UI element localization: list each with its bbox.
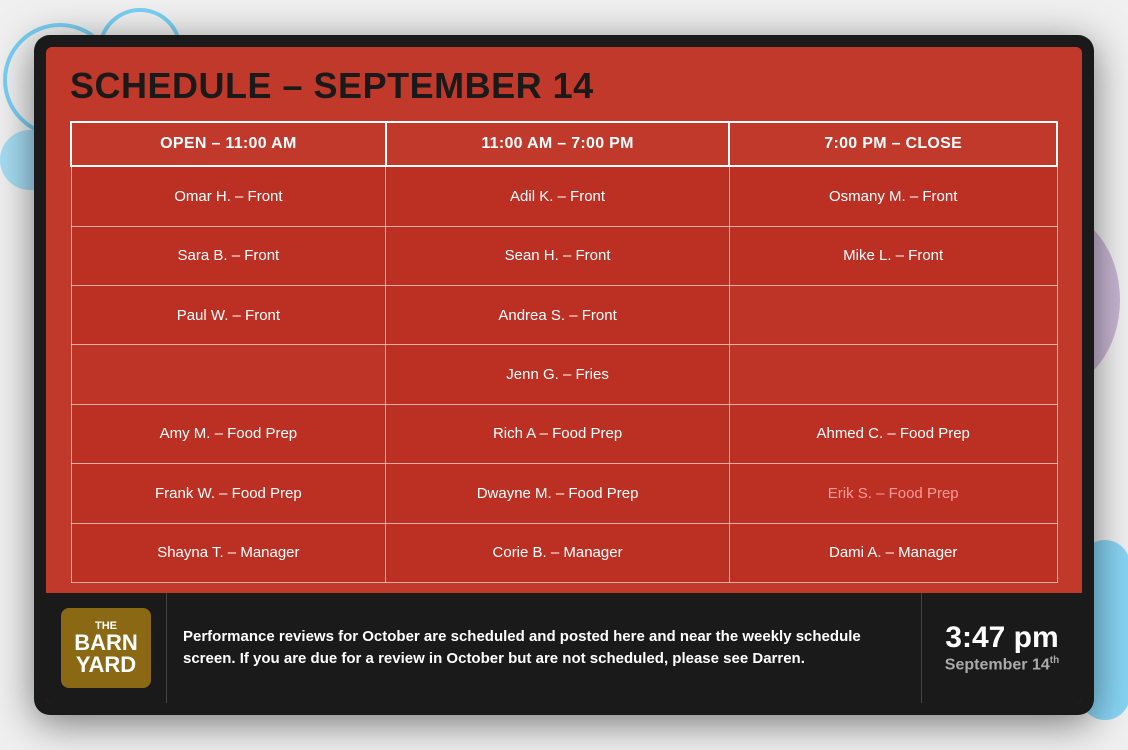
message-text: Performance reviews for October are sche… bbox=[183, 626, 905, 671]
cell-col3-row0: Osmany M. – Front bbox=[729, 166, 1057, 226]
cell-col2-row0: Adil K. – Front bbox=[386, 166, 730, 226]
cell-col3-row3 bbox=[729, 345, 1057, 404]
cell-col1-row1: Sara B. – Front bbox=[71, 226, 386, 285]
main-content: SCHEDULE – SEPTEMBER 14 OPEN – 11:00 AM … bbox=[46, 47, 1082, 593]
table-row: Sara B. – FrontSean H. – FrontMike L. – … bbox=[71, 226, 1057, 285]
cell-col1-row6: Shayna T. – Manager bbox=[71, 523, 386, 582]
date-label: September 14th bbox=[945, 655, 1059, 674]
cell-col3-row5: Erik S. – Food Prep bbox=[729, 464, 1057, 523]
cell-col2-row3: Jenn G. – Fries bbox=[386, 345, 730, 404]
table-row: Paul W. – FrontAndrea S. – Front bbox=[71, 286, 1057, 345]
time-display-area: 3:47 pm September 14th bbox=[922, 593, 1082, 703]
cell-col1-row0: Omar H. – Front bbox=[71, 166, 386, 226]
clock: 3:47 pm bbox=[945, 621, 1058, 655]
cell-col3-row2 bbox=[729, 286, 1057, 345]
bottom-message: Performance reviews for October are sche… bbox=[166, 593, 922, 703]
col-header-2: 11:00 AM – 7:00 PM bbox=[386, 122, 730, 166]
cell-col3-row6: Dami A. – Manager bbox=[729, 523, 1057, 582]
logo-area: THE BARN YARD bbox=[46, 593, 166, 703]
cell-col2-row1: Sean H. – Front bbox=[386, 226, 730, 285]
cell-col2-row5: Dwayne M. – Food Prep bbox=[386, 464, 730, 523]
cell-col2-row4: Rich A – Food Prep bbox=[386, 404, 730, 463]
schedule-table: OPEN – 11:00 AM 11:00 AM – 7:00 PM 7:00 … bbox=[70, 121, 1058, 583]
barn-yard-logo: THE BARN YARD bbox=[61, 608, 151, 688]
col-header-1: OPEN – 11:00 AM bbox=[71, 122, 386, 166]
logo-barn: BARN bbox=[74, 632, 138, 654]
table-row: Jenn G. – Fries bbox=[71, 345, 1057, 404]
col-header-3: 7:00 PM – CLOSE bbox=[729, 122, 1057, 166]
tv-frame: SCHEDULE – SEPTEMBER 14 OPEN – 11:00 AM … bbox=[34, 35, 1094, 715]
cell-col3-row4: Ahmed C. – Food Prep bbox=[729, 404, 1057, 463]
table-row: Shayna T. – ManagerCorie B. – ManagerDam… bbox=[71, 523, 1057, 582]
cell-col1-row3 bbox=[71, 345, 386, 404]
cell-col3-row1: Mike L. – Front bbox=[729, 226, 1057, 285]
bottom-bar: THE BARN YARD Performance reviews for Oc… bbox=[46, 593, 1082, 703]
tv-screen: SCHEDULE – SEPTEMBER 14 OPEN – 11:00 AM … bbox=[46, 47, 1082, 703]
cell-col1-row5: Frank W. – Food Prep bbox=[71, 464, 386, 523]
logo-yard: YARD bbox=[76, 654, 136, 676]
table-row: Frank W. – Food PrepDwayne M. – Food Pre… bbox=[71, 464, 1057, 523]
page-title: SCHEDULE – SEPTEMBER 14 bbox=[70, 65, 1058, 107]
cell-col2-row6: Corie B. – Manager bbox=[386, 523, 730, 582]
table-row: Amy M. – Food PrepRich A – Food PrepAhme… bbox=[71, 404, 1057, 463]
cell-col1-row2: Paul W. – Front bbox=[71, 286, 386, 345]
cell-col2-row2: Andrea S. – Front bbox=[386, 286, 730, 345]
cell-col1-row4: Amy M. – Food Prep bbox=[71, 404, 386, 463]
table-row: Omar H. – FrontAdil K. – FrontOsmany M. … bbox=[71, 166, 1057, 226]
